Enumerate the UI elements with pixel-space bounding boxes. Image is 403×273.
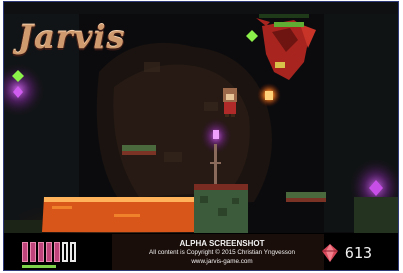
platform-right <box>286 192 326 198</box>
hud-bar: ALPHA SCREENSHOT All content is Copyrigh… <box>4 233 398 270</box>
health-meter <box>22 242 76 262</box>
health-cell-empty <box>62 242 68 262</box>
stamina-bar <box>22 265 56 268</box>
health-cell-full <box>38 242 44 262</box>
health-cell-full <box>30 242 36 262</box>
health-cell-full <box>22 242 28 262</box>
health-cell-full <box>54 242 60 262</box>
red-gem-icon <box>321 244 338 262</box>
platform-left <box>122 145 156 151</box>
player-character <box>223 88 237 117</box>
screenshot-caption: ALPHA SCREENSHOT All content is Copyrigh… <box>122 239 322 266</box>
health-cell-full <box>46 242 52 262</box>
health-cell-empty <box>70 242 76 262</box>
game-viewport[interactable]: Jarvis ALPHA SCREENSHOT All content is C… <box>3 1 399 271</box>
gem-count: 613 <box>344 244 372 262</box>
caption-copyright: All content is Copyright © 2015 Christia… <box>149 249 295 256</box>
gem-counter: 613 <box>320 242 372 264</box>
game-logo: Jarvis <box>18 18 126 56</box>
torch-flame <box>213 130 219 139</box>
caption-url: www.jarvis-game.com <box>191 258 253 265</box>
caption-title: ALPHA SCREENSHOT <box>179 239 265 248</box>
